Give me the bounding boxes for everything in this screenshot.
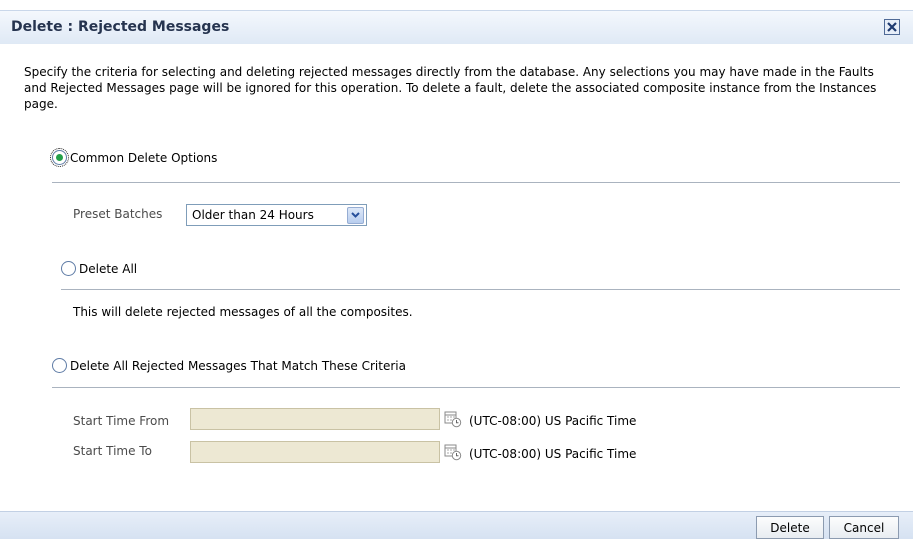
close-icon: [887, 22, 897, 32]
start-time-to-input[interactable]: [190, 441, 440, 463]
preset-batches-value: Older than 24 Hours: [192, 208, 314, 222]
delete-all-note: This will delete rejected messages of al…: [73, 305, 413, 319]
dialog-title-bar: Delete : Rejected Messages: [0, 10, 913, 44]
preset-batches-label: Preset Batches: [73, 207, 163, 221]
radio-unselected-icon: [52, 358, 67, 373]
start-time-from-timezone: (UTC-08:00) US Pacific Time: [469, 414, 637, 428]
start-time-to-timezone: (UTC-08:00) US Pacific Time: [469, 447, 637, 461]
radio-unselected-icon: [61, 261, 76, 276]
dialog-description: Specify the criteria for selecting and d…: [24, 65, 877, 111]
start-time-from-input[interactable]: [190, 408, 440, 430]
delete-all-label: Delete All: [79, 261, 138, 276]
common-delete-options-label: Common Delete Options: [70, 150, 218, 165]
close-button[interactable]: [884, 19, 900, 35]
calendar-icon[interactable]: [444, 443, 462, 461]
delete-button[interactable]: Delete: [756, 516, 824, 539]
divider: [52, 182, 900, 183]
radio-selected-icon: [50, 148, 69, 167]
dialog-footer: Delete Cancel: [0, 511, 913, 539]
common-delete-options-radio[interactable]: Common Delete Options: [50, 148, 218, 167]
chevron-down-icon[interactable]: [347, 206, 364, 224]
delete-criteria-radio[interactable]: Delete All Rejected Messages That Match …: [52, 358, 406, 373]
divider: [52, 387, 900, 388]
delete-criteria-label: Delete All Rejected Messages That Match …: [70, 358, 406, 373]
preset-batches-select[interactable]: Older than 24 Hours: [186, 204, 367, 226]
calendar-icon[interactable]: [444, 410, 462, 428]
delete-all-radio[interactable]: Delete All: [61, 261, 137, 276]
dialog-title: Delete : Rejected Messages: [11, 19, 230, 35]
start-time-to-label: Start Time To: [73, 444, 152, 458]
cancel-button[interactable]: Cancel: [829, 516, 899, 539]
start-time-from-label: Start Time From: [73, 414, 170, 428]
divider: [61, 289, 900, 290]
